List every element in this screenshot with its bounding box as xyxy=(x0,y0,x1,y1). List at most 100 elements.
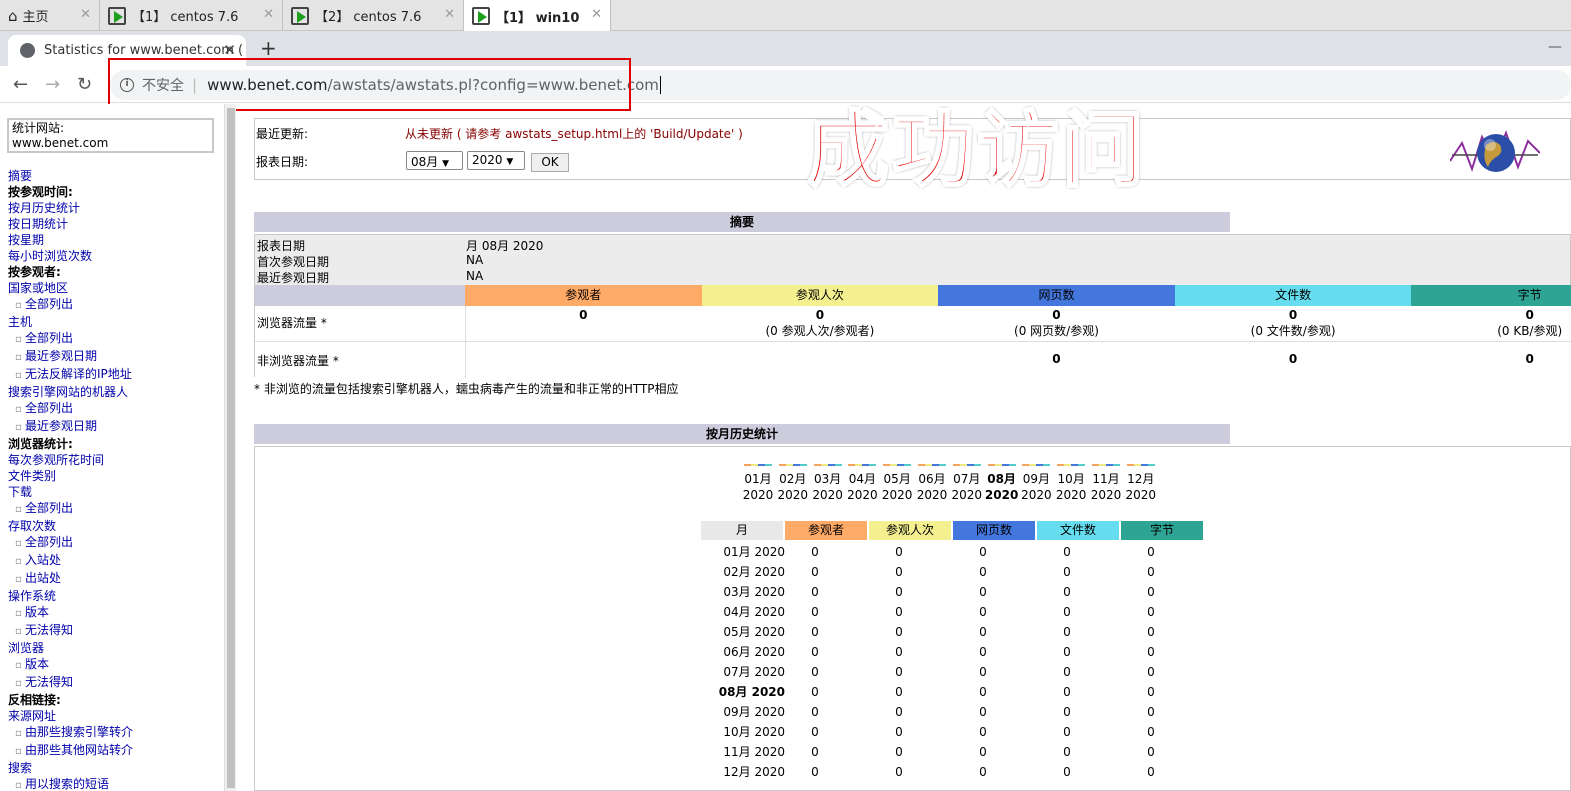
menu-link[interactable]: 无法得知 xyxy=(8,674,133,692)
menu-link[interactable]: 浏览器 xyxy=(8,640,133,656)
menu-link[interactable]: 存取次数 xyxy=(8,518,133,534)
back-icon[interactable]: ← xyxy=(13,74,28,95)
reload-icon[interactable]: ↻ xyxy=(77,74,92,95)
cell-sub: (0 KB/参观) xyxy=(1497,324,1563,338)
month-bar xyxy=(744,464,772,466)
menu-link[interactable]: 无法得知 xyxy=(8,622,133,640)
month-label: 11月 2020 xyxy=(1089,471,1123,503)
summary-column-header: 参观者 xyxy=(465,285,702,306)
menu-link[interactable]: 全部列出 xyxy=(8,500,133,518)
vm-running-icon xyxy=(472,7,490,25)
month-name: 03月 xyxy=(813,472,842,486)
table-cell: 0 xyxy=(895,765,903,779)
menu-link[interactable]: 用以搜索的短语 xyxy=(8,776,133,791)
menu-link[interactable]: 每次参观所花时间 xyxy=(8,452,133,468)
site-name: www.benet.com xyxy=(12,136,109,150)
month-bar xyxy=(1022,464,1051,466)
table-cell: 0 xyxy=(1147,585,1155,599)
table-cell: 0 xyxy=(1147,565,1155,579)
summary-row-value: NA xyxy=(466,269,484,283)
cell-value: 0 xyxy=(815,308,825,322)
menu-link[interactable]: 文件类别 xyxy=(8,468,133,484)
close-icon[interactable]: ✕ xyxy=(80,7,91,22)
menu-link[interactable]: 最近参观日期 xyxy=(8,418,133,436)
menu-link[interactable]: 出站处 xyxy=(8,570,133,588)
menu-link[interactable]: 全部列出 xyxy=(8,400,133,418)
table-header: 网页数 xyxy=(953,521,1035,540)
vm-tab-centos-1[interactable]: 【1】 centos 7.6 ✕ xyxy=(100,0,283,31)
left-frame-scrollbar[interactable] xyxy=(224,104,236,791)
new-tab-icon[interactable]: + xyxy=(260,36,277,60)
menu-link[interactable]: 全部列出 xyxy=(8,534,133,552)
menu-link[interactable]: 由那些搜索引擎转介 xyxy=(8,724,133,742)
vm-tab-win10[interactable]: 【1】 win10 ✕ xyxy=(464,0,611,32)
table-header: 字节 xyxy=(1121,521,1203,540)
table-cell: 0 xyxy=(1063,765,1071,779)
month-year: 2020 xyxy=(812,488,843,502)
menu-link[interactable]: 版本 xyxy=(8,604,133,622)
table-cell: 0 xyxy=(979,665,987,679)
table-cell: 0 xyxy=(811,565,819,579)
scrollbar-thumb[interactable] xyxy=(227,108,235,788)
menu-link[interactable]: 版本 xyxy=(8,656,133,674)
month-bar xyxy=(778,464,807,466)
table-cell: 0 xyxy=(1147,705,1155,719)
month-select[interactable]: 08月 ▼ xyxy=(406,151,463,170)
menu-link[interactable]: 每小时浏览次数 xyxy=(8,248,133,264)
menu-link[interactable]: 操作系统 xyxy=(8,588,133,604)
summary-box: 报表日期 月 08月 2020 首次参观日期 NA 最近参观日期 NA 参观者参… xyxy=(254,234,1571,378)
menu-link[interactable]: 按星期 xyxy=(8,232,133,248)
menu-link[interactable]: 全部列出 xyxy=(8,330,133,348)
menu-link[interactable]: 搜索 xyxy=(8,760,133,776)
month-select-value: 08月 xyxy=(411,155,439,169)
menu-link[interactable]: 主机 xyxy=(8,314,133,330)
menu-link[interactable]: 全部列出 xyxy=(8,296,133,314)
site-box: 统计网站: www.benet.com xyxy=(7,118,214,153)
vm-tab-home[interactable]: ⌂ 主页 ✕ xyxy=(0,0,100,31)
table-cell: 0 xyxy=(979,545,987,559)
close-icon[interactable]: ✕ xyxy=(591,7,602,22)
vm-tab-bar: ⌂ 主页 ✕ 【1】 centos 7.6 ✕ 【2】 centos 7.6 ✕… xyxy=(0,0,1571,32)
cell-value: 0 xyxy=(1052,352,1061,366)
table-cell: 0 xyxy=(811,765,819,779)
table-cell: 0 xyxy=(1147,625,1155,639)
table-cell: 0 xyxy=(1063,565,1071,579)
vm-tab-centos-2[interactable]: 【2】 centos 7.6 ✕ xyxy=(283,0,464,31)
non-browser-traffic-label: 非浏览器流量 * xyxy=(257,354,339,368)
close-icon[interactable]: ✕ xyxy=(223,41,236,59)
menu-link[interactable]: 按日期统计 xyxy=(8,216,133,232)
table-cell: 0 xyxy=(811,645,819,659)
menu-link[interactable]: 来源网址 xyxy=(8,708,133,724)
month-name: 04月 xyxy=(848,472,877,486)
summary-row-value: 月 08月 2020 xyxy=(466,239,544,253)
close-icon[interactable]: ✕ xyxy=(263,7,274,22)
non-browser-cell: 0 xyxy=(1175,351,1412,367)
ok-button[interactable]: OK xyxy=(531,153,569,172)
menu-link[interactable]: 按月历史统计 xyxy=(8,200,133,216)
forward-icon[interactable]: → xyxy=(45,74,60,95)
table-cell: 0 xyxy=(1063,745,1071,759)
table-cell: 0 xyxy=(895,685,903,699)
table-cell: 0 xyxy=(895,605,903,619)
table-cell: 0 xyxy=(895,745,903,759)
table-cell: 0 xyxy=(1063,585,1071,599)
menu-link[interactable]: 由那些其他网站转介 xyxy=(8,742,133,760)
menu-link[interactable]: 下载 xyxy=(8,484,133,500)
menu-link[interactable]: 无法反解译的IP地址 xyxy=(8,366,133,384)
close-icon[interactable]: ✕ xyxy=(444,7,455,22)
menu-link[interactable]: 最近参观日期 xyxy=(8,348,133,366)
month-label: 02月 2020 xyxy=(776,471,810,503)
menu-link[interactable]: 国家或地区 xyxy=(8,280,133,296)
vm-tab-label: 【1】 centos 7.6 xyxy=(132,10,239,25)
table-cell: 0 xyxy=(895,565,903,579)
left-menu-frame: 统计网站: www.benet.com 摘要 按参观时间: 按月历史统计 按日期统计按… xyxy=(0,104,224,791)
menu-link[interactable]: 入站处 xyxy=(8,552,133,570)
year-select[interactable]: 2020 ▼ xyxy=(467,151,525,170)
menu-link[interactable]: 摘要 xyxy=(8,168,133,184)
table-header: 文件数 xyxy=(1037,521,1119,540)
table-cell: 0 xyxy=(811,705,819,719)
minimize-icon[interactable]: — xyxy=(1548,39,1562,55)
month-year: 2020 xyxy=(847,488,878,502)
menu-link[interactable]: 搜索引擎网站的机器人 xyxy=(8,384,133,400)
table-cell: 0 xyxy=(811,545,819,559)
